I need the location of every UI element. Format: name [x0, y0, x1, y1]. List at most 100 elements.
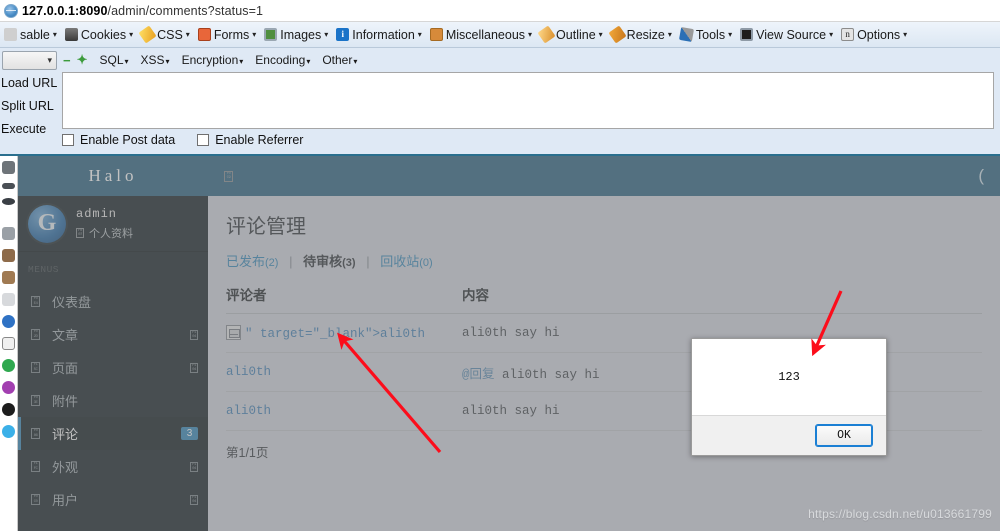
hackbar-menu-sql[interactable]: SQL▾ — [100, 53, 129, 67]
column-header-author: 评论者 — [226, 288, 267, 303]
sidebar-item-dashboard[interactable]: F0 E4 仪表盘 — [18, 285, 208, 318]
rail-icon-2[interactable] — [2, 183, 15, 189]
profile-icon: F0 07 — [76, 227, 84, 238]
sidebar-item-users[interactable]: F0 C0 用户 F1 04 — [18, 483, 208, 516]
profile-link[interactable]: F0 07 个人资料 — [76, 225, 133, 241]
devbar-label: Cookies — [80, 27, 127, 42]
watermark: https://blog.csdn.net/u013661799 — [808, 507, 992, 521]
screenshot-root: 127.0.0.1:8090/admin/comments?status=1 s… — [0, 0, 1000, 531]
cookies-icon — [64, 28, 78, 41]
devbar-item-forms[interactable]: Forms ▾ — [194, 22, 260, 47]
devbar-item-options[interactable]: Options ▾ — [837, 22, 911, 47]
alert-footer: OK — [692, 415, 886, 455]
enable-post-data-label: Enable Post data — [80, 133, 176, 147]
chevron-right-icon: F1 04 — [190, 362, 198, 373]
rail-icon-9[interactable] — [2, 337, 15, 350]
hackbar-remove-button[interactable]: − — [63, 53, 71, 68]
javascript-alert-dialog[interactable]: 123 OK — [691, 338, 887, 456]
devbar-label: sable — [20, 27, 50, 42]
devbar-item-outline[interactable]: Outline ▾ — [536, 22, 607, 47]
rail-icon-6[interactable] — [2, 271, 15, 284]
user-icon: F0 C0 — [28, 494, 43, 505]
post-icon: F0 2D — [28, 329, 43, 340]
status-tabs: 已发布(2) | 待审核(3) | 回收站(0) — [226, 251, 982, 270]
load-url-button[interactable]: Load URL — [0, 72, 60, 95]
execute-button[interactable]: Execute — [0, 118, 60, 141]
rail-icon-11[interactable] — [2, 381, 15, 394]
hackbar-menu-label: XSS — [140, 53, 165, 67]
status-badge: 3 — [181, 427, 198, 440]
alert-message: 123 — [778, 370, 800, 384]
devbar-label: Miscellaneous — [445, 27, 526, 42]
tab-published[interactable]: 已发布(2) — [226, 254, 278, 269]
navbar-right-icon[interactable]: ( — [978, 166, 984, 186]
rail-icon-3[interactable] — [2, 198, 15, 205]
css-icon — [138, 25, 157, 44]
author-link[interactable]: ali0th — [226, 404, 271, 418]
rail-icon-8[interactable] — [2, 315, 15, 328]
hackbar-menu-label: Other — [322, 53, 353, 67]
devbar-item-miscellaneous[interactable]: Miscellaneous ▾ — [426, 22, 536, 47]
hackbar-top-row: ▾ − ✦ SQL▾ XSS▾ Encryption▾ Encoding▾ Ot… — [0, 48, 1000, 70]
chevron-down-icon: ▾ — [47, 54, 52, 65]
tab-label: 已发布 — [226, 254, 266, 269]
tools-icon — [678, 26, 694, 43]
sidebar-user-panel[interactable]: G admin F0 07 个人资料 — [18, 196, 208, 252]
execute-label: Execute — [1, 122, 47, 136]
rail-icon-12[interactable] — [2, 403, 15, 416]
tab-separator: | — [366, 254, 370, 269]
hackbar-panel[interactable]: ▾ − ✦ SQL▾ XSS▾ Encryption▾ Encoding▾ Ot… — [0, 48, 1000, 156]
sidebar-item-label: 外观 — [52, 460, 79, 475]
devbar-item-view-source[interactable]: View Source ▾ — [736, 22, 837, 47]
enable-post-data-checkbox[interactable]: Enable Post data — [62, 133, 175, 147]
rail-icon-10[interactable] — [2, 359, 15, 372]
url-host: 127.0.0.1:8090 — [22, 3, 108, 18]
rail-icon-13[interactable] — [2, 425, 15, 438]
devbar-label: Images — [280, 27, 322, 42]
hackbar-add-button[interactable]: ✦ — [77, 52, 88, 68]
rail-icon-5[interactable] — [2, 249, 15, 262]
hackbar-url-textarea[interactable] — [62, 72, 994, 129]
devbar-item-disable[interactable]: sable ▾ — [0, 22, 61, 47]
split-url-button[interactable]: Split URL — [0, 95, 60, 118]
devbar-item-cookies[interactable]: Cookies ▾ — [61, 22, 137, 47]
reply-mention[interactable]: @回复 — [462, 368, 495, 382]
hackbar-menu-encryption[interactable]: Encryption▾ — [182, 53, 244, 67]
browser-url-bar[interactable]: 127.0.0.1:8090/admin/comments?status=1 — [0, 0, 1000, 22]
enable-referrer-checkbox[interactable]: Enable Referrer — [197, 133, 303, 147]
author-link[interactable]: " target="_blank">ali0th — [245, 327, 425, 341]
hackbar-menu-other[interactable]: Other▾ — [322, 53, 357, 67]
sidebar-item-comments[interactable]: F0 86 评论 3 — [18, 417, 208, 450]
devbar-item-information[interactable]: Information ▾ — [332, 22, 426, 47]
devbar-item-tools[interactable]: Tools ▾ — [676, 22, 736, 47]
tab-recycle-bin[interactable]: 回收站(0) — [380, 254, 432, 269]
sidebar-item-posts[interactable]: F0 2D 文章 F1 04 — [18, 318, 208, 351]
sidebar-item-pages[interactable]: F1 5C 页面 F1 04 — [18, 351, 208, 384]
sidebar-item-appearance[interactable]: F1 FC 外观 F1 04 — [18, 450, 208, 483]
checkbox-box-icon — [197, 134, 210, 146]
url-text: 127.0.0.1:8090/admin/comments?status=1 — [22, 4, 263, 18]
hackbar-menu-encoding[interactable]: Encoding▾ — [255, 53, 310, 67]
browser-extension-rail[interactable] — [0, 156, 18, 531]
rail-icon-1[interactable] — [2, 161, 15, 174]
sidebar-item-attachments[interactable]: F0 3E 附件 — [18, 384, 208, 417]
chevron-down-icon: ▾ — [129, 30, 134, 39]
hackbar-preset-select[interactable]: ▾ — [2, 50, 57, 70]
sidebar-user-info: admin F0 07 个人资料 — [76, 207, 133, 241]
tab-count: (2) — [265, 257, 279, 269]
tab-pending[interactable]: 待审核(3) — [303, 254, 355, 269]
rail-icon-4[interactable] — [2, 227, 15, 240]
devbar-item-resize[interactable]: Resize ▾ — [607, 22, 676, 47]
sidebar-toggle-icon[interactable]: F0 C9 — [224, 170, 233, 182]
page-icon: F1 5C — [28, 362, 43, 373]
devbar-item-images[interactable]: Images ▾ — [260, 22, 332, 47]
app-logo[interactable]: Halo — [18, 156, 208, 196]
ok-button[interactable]: OK — [815, 424, 873, 447]
devbar-label: View Source — [756, 27, 827, 42]
author-link[interactable]: ali0th — [226, 365, 271, 379]
devbar-item-css[interactable]: CSS ▾ — [137, 22, 194, 47]
devbar-label: Information — [352, 27, 415, 42]
hackbar-menu-xss[interactable]: XSS▾ — [141, 53, 170, 67]
rail-icon-7[interactable] — [2, 293, 15, 306]
web-developer-toolbar[interactable]: sable ▾ Cookies ▾ CSS ▾ Forms ▾ Images ▾… — [0, 22, 1000, 48]
